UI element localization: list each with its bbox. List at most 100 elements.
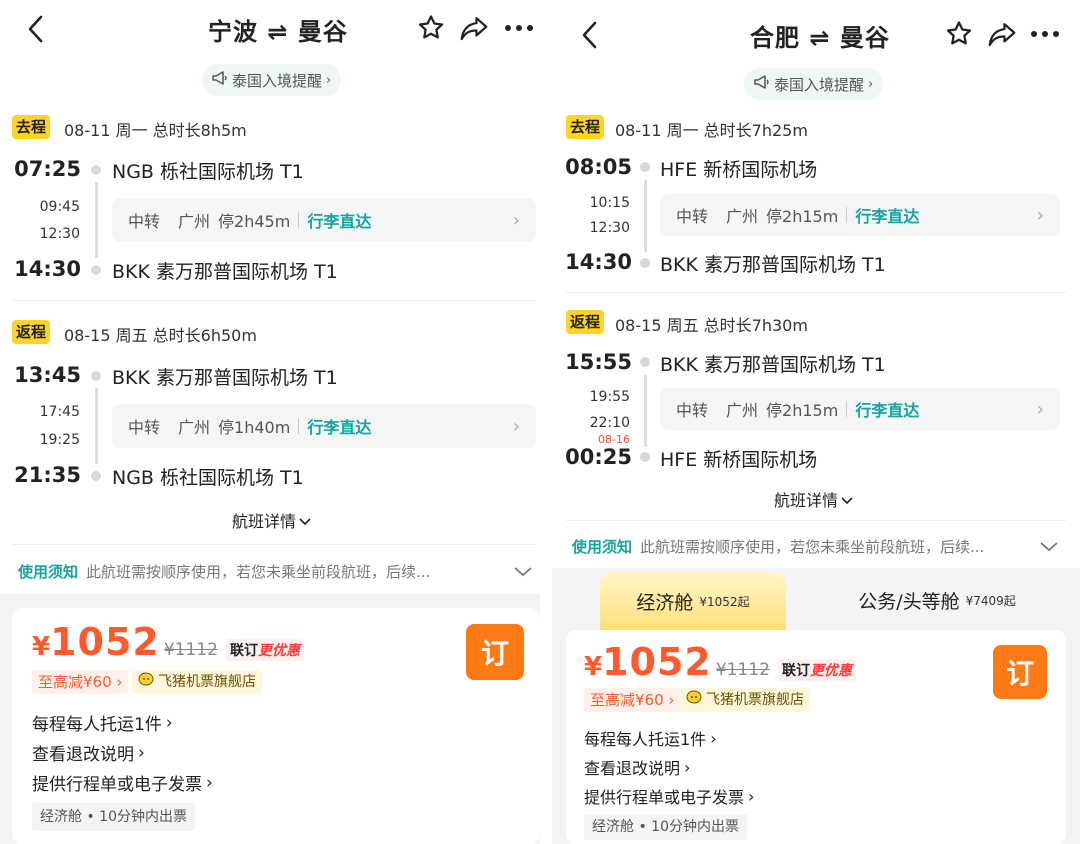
return-transit-card[interactable]: 中转 广州 停1h40m 行李直达 › — [112, 404, 536, 448]
tab-economy[interactable]: 经济舱 ¥1052起 — [600, 572, 786, 630]
timeline-dot — [91, 165, 101, 175]
details-label: 航班详情 — [774, 491, 839, 510]
return-tag: 返程 — [12, 320, 51, 344]
divider — [846, 401, 848, 417]
chevron-right-icon: › — [1036, 204, 1044, 226]
megaphone-icon — [754, 75, 770, 93]
combo-text: 联订 — [781, 663, 810, 679]
timeline-dot — [91, 265, 101, 275]
chevron-down-icon — [1040, 538, 1058, 556]
outbound-info: 08-11 周一 总时长7h25m — [615, 121, 808, 140]
thailand-entry-chip[interactable]: 泰国入境提醒 › — [744, 68, 884, 100]
price-block: ¥ 1052 ¥1112 联订更优惠 — [584, 640, 856, 684]
invoice-link[interactable]: 提供行程单或电子发票 › — [584, 784, 754, 808]
share-icon[interactable] — [458, 13, 490, 43]
book-button[interactable]: 订 — [993, 645, 1047, 699]
timeline-dot — [91, 471, 101, 481]
back-icon[interactable] — [580, 20, 600, 50]
return-dep-time: 15:55 — [565, 350, 632, 374]
usage-notice[interactable]: 使用须知 此航班需按顺序使用，若您未乘坐前段航班，后续... — [572, 536, 1058, 557]
more-icon[interactable] — [1030, 30, 1060, 38]
combo-highlight: 更优惠 — [809, 663, 852, 679]
outbound-transit-card[interactable]: 中转 广州 停2h45m 行李直达 › — [112, 198, 536, 242]
chevron-right-icon: › — [748, 786, 755, 806]
outbound-arr-time: 14:30 — [565, 250, 632, 274]
store-name: 飞猪机票旗舰店 — [706, 692, 804, 708]
section-divider — [566, 292, 1066, 293]
return-dep-time: 13:45 — [14, 363, 81, 387]
timeline-dot — [640, 452, 650, 462]
chevron-right-icon: › — [868, 76, 874, 92]
outbound-transit-card[interactable]: 中转 广州 停2h15m 行李直达 › — [660, 194, 1060, 236]
share-icon[interactable] — [986, 19, 1018, 49]
outbound-stop-dep: 12:30 — [589, 220, 630, 236]
section-divider — [12, 544, 536, 545]
timeline-line — [644, 375, 647, 447]
price-amount: 1052 — [50, 620, 160, 664]
chip-label: 泰国入境提醒 — [232, 71, 323, 90]
outbound-tag: 去程 — [566, 115, 605, 139]
timeline-line — [644, 180, 647, 252]
transit-label: 中转 — [676, 401, 709, 420]
outbound-arr-time: 14:30 — [14, 257, 81, 281]
refund-link[interactable]: 查看退改说明 › — [584, 755, 690, 779]
luggage-through: 行李直达 — [307, 212, 372, 231]
timeline-dot — [91, 371, 101, 381]
transit-label: 中转 — [128, 212, 161, 231]
transit-stay: 停1h40m — [218, 418, 291, 437]
timeline-line — [95, 388, 98, 464]
star-icon[interactable] — [416, 13, 446, 43]
chip-label: 泰国入境提醒 — [774, 75, 865, 94]
panel-ningbo-bangkok: 宁波 ⇌ 曼谷 泰国入境提醒 › 去程 08-11 周一 总时长8h5m 07:… — [0, 0, 540, 844]
back-icon[interactable] — [26, 14, 46, 44]
combo-badge: 联订更优惠 — [225, 639, 304, 661]
flight-details-link[interactable]: 航班详情 — [774, 487, 853, 511]
usage-notice[interactable]: 使用须知 此航班需按顺序使用，若您未乘坐前段航班，后续... — [18, 561, 538, 582]
return-stop-dep: 19:25 — [39, 432, 80, 448]
refund-link[interactable]: 查看退改说明 › — [32, 740, 145, 766]
chevron-right-icon: › — [326, 72, 332, 88]
discount-text: 至高减¥60 — [590, 691, 664, 709]
outbound-dep-time: 08:05 — [565, 155, 632, 179]
usage-text: 此航班需按顺序使用，若您未乘坐前段航班，后续... — [86, 563, 431, 581]
outbound-dep-time: 07:25 — [14, 157, 81, 181]
page-title: 宁波 ⇌ 曼谷 — [208, 18, 348, 46]
return-arr-time: 00:25 — [565, 445, 632, 469]
flight-details-link[interactable]: 航班详情 — [232, 508, 311, 532]
return-info: 08-15 周五 总时长6h50m — [64, 326, 257, 345]
book-button[interactable]: 订 — [466, 624, 524, 680]
ticketing-tag: 经济舱 • 10分钟内出票 — [584, 814, 747, 840]
transit-city: 广州 — [178, 212, 211, 231]
star-icon[interactable] — [944, 19, 974, 49]
tab-business[interactable]: 公务/头等舱 ¥7409起 — [832, 580, 1042, 620]
tab-business-name: 公务/头等舱 — [858, 590, 960, 613]
baggage-text: 每程每人托运1件 — [584, 730, 707, 749]
luggage-through: 行李直达 — [307, 418, 372, 437]
discount-text: 至高减¥60 — [38, 673, 112, 691]
return-transit-card[interactable]: 中转 广州 停2h15m 行李直达 › — [660, 388, 1060, 430]
transit-stay: 停2h45m — [218, 212, 291, 231]
return-dep-airport: BKK 素万那普国际机场 T1 — [112, 367, 338, 389]
timeline-dot — [640, 258, 650, 268]
return-arr-time: 21:35 — [14, 463, 81, 487]
outbound-info: 08-11 周一 总时长8h5m — [64, 121, 247, 140]
return-dep-airport: BKK 素万那普国际机场 T1 — [660, 354, 886, 376]
price-original: ¥1112 — [163, 640, 218, 660]
discount-tag[interactable]: 至高减¥60 › — [32, 670, 129, 694]
price-currency: ¥ — [32, 632, 51, 662]
luggage-through: 行李直达 — [855, 401, 920, 420]
discount-tag[interactable]: 至高减¥60 › — [584, 688, 681, 712]
outbound-arr-airport: BKK 素万那普国际机场 T1 — [112, 261, 338, 283]
thailand-entry-chip[interactable]: 泰国入境提醒 › — [202, 64, 342, 96]
divider — [298, 418, 300, 434]
divider — [298, 212, 300, 228]
usage-title: 使用须知 — [572, 538, 633, 556]
baggage-link[interactable]: 每程每人托运1件 › — [584, 726, 717, 750]
more-icon[interactable] — [504, 24, 534, 32]
usage-text: 此航班需按顺序使用，若您未乘坐前段航班，后续... — [640, 538, 985, 556]
transit-stay: 停2h15m — [766, 207, 839, 226]
tab-business-price: ¥7409起 — [965, 593, 1016, 608]
baggage-link[interactable]: 每程每人托运1件 › — [32, 710, 173, 736]
return-stop-arr: 19:55 — [589, 389, 630, 405]
invoice-link[interactable]: 提供行程单或电子发票 › — [32, 770, 213, 796]
